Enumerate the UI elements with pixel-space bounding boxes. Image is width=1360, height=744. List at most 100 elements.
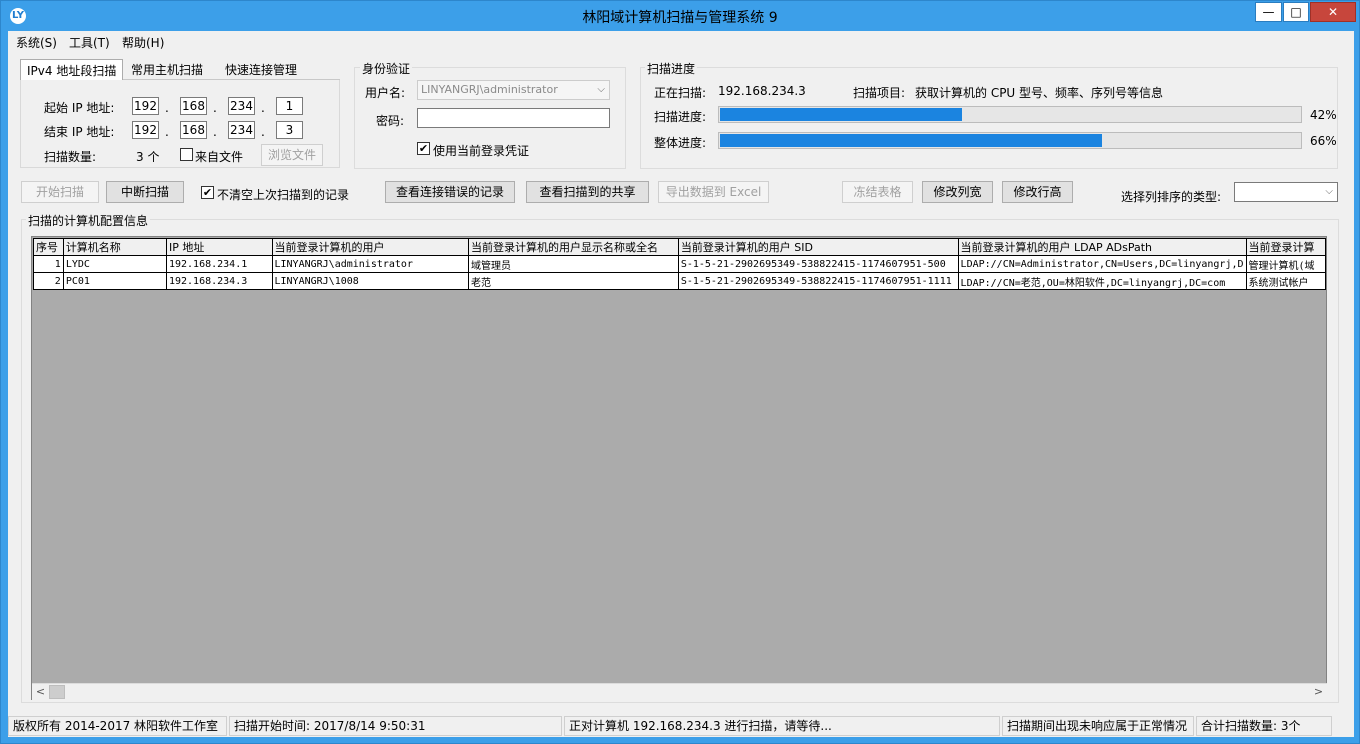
tab-ipv4-scan[interactable]: IPv4 地址段扫描: [20, 59, 124, 80]
end-ip-octet-4[interactable]: 3: [276, 121, 303, 139]
column-header[interactable]: IP 地址: [165, 238, 273, 256]
overall-progress-percent: 66%: [1310, 134, 1337, 148]
maximize-button[interactable]: □: [1283, 2, 1309, 22]
progress-group-title: 扫描进度: [645, 60, 698, 77]
menu-tools[interactable]: 工具(T): [69, 34, 110, 51]
scan-progress-bar: [718, 106, 1302, 123]
table-cell[interactable]: LDAP://CN=Administrator,CN=Users,DC=liny…: [957, 255, 1247, 273]
sort-type-label: 选择列排序的类型:: [1121, 190, 1222, 204]
column-header[interactable]: 序号: [33, 238, 64, 256]
client-area: 系统(S) 工具(T) 帮助(H) IPv4 地址段扫描 常用主机扫描 快速连接…: [8, 31, 1354, 737]
column-header[interactable]: 当前登录计算机的用户显示名称或全名: [468, 238, 679, 256]
column-header[interactable]: 当前登录计算机的用户 LDAP ADsPath: [957, 238, 1247, 256]
column-header[interactable]: 当前登录计算机的用户 SID: [677, 238, 959, 256]
table-cell[interactable]: 192.168.234.3: [165, 272, 273, 290]
freeze-table-button[interactable]: 冻结表格: [842, 181, 913, 203]
column-header[interactable]: 当前登录计算: [1245, 238, 1326, 256]
table-cell[interactable]: LINYANGRJ\administrator: [271, 255, 469, 273]
scroll-left-icon[interactable]: <: [32, 684, 49, 700]
table-cell[interactable]: 管理计算机(域: [1245, 255, 1326, 273]
use-current-credentials-checkbox[interactable]: ✔: [417, 142, 430, 155]
start-ip-octet-2[interactable]: 168: [180, 97, 207, 115]
overall-progress-bar: [718, 132, 1302, 149]
table-cell[interactable]: S-1-5-21-2902695349-538822415-1174607951…: [677, 272, 959, 290]
end-ip-octet-1[interactable]: 192: [132, 121, 159, 139]
end-ip-octet-3[interactable]: 234: [228, 121, 255, 139]
auth-group-title: 身份验证: [360, 60, 413, 77]
start-ip-label: 起始 IP 地址:: [44, 101, 115, 115]
stop-scan-button[interactable]: 中断扫描: [106, 181, 184, 203]
scan-count-value: 3 个: [136, 150, 160, 164]
chevron-down-icon: ⌵: [1325, 186, 1333, 197]
scan-item-label: 扫描项目:: [853, 86, 906, 100]
table-cell[interactable]: S-1-5-21-2902695349-538822415-1174607951…: [677, 255, 959, 273]
view-errors-button[interactable]: 查看连接错误的记录: [385, 181, 515, 203]
password-input[interactable]: [417, 108, 610, 128]
main-window: LY 林阳域计算机扫描与管理系统 9 — □ ✕ 系统(S) 工具(T) 帮助(…: [0, 0, 1360, 744]
scanning-ip: 192.168.234.3: [718, 84, 806, 98]
start-scan-button[interactable]: 开始扫描: [21, 181, 99, 203]
scroll-right-icon[interactable]: >: [1310, 684, 1327, 700]
ip-dot: .: [165, 101, 169, 115]
minimize-button[interactable]: —: [1255, 2, 1282, 22]
menu-system[interactable]: 系统(S): [16, 34, 57, 51]
scan-item-value: 获取计算机的 CPU 型号、频率、序列号等信息: [915, 86, 1164, 100]
tab-quick-connect[interactable]: 快速连接管理: [219, 59, 303, 80]
view-shares-button[interactable]: 查看扫描到的共享: [526, 181, 649, 203]
menu-help[interactable]: 帮助(H): [122, 34, 164, 51]
title-bar[interactable]: LY 林阳域计算机扫描与管理系统 9 — □ ✕: [1, 1, 1359, 31]
username-label: 用户名:: [365, 86, 406, 100]
username-combo[interactable]: LINYANGRJ\administrator ⌵: [417, 80, 610, 100]
table-cell[interactable]: LINYANGRJ\1008: [271, 272, 469, 290]
table-cell[interactable]: LDAP://CN=老范,OU=林阳软件,DC=linyangrj,DC=com: [957, 272, 1247, 290]
start-ip-octet-3[interactable]: 234: [228, 97, 255, 115]
end-ip-label: 结束 IP 地址:: [44, 125, 115, 139]
chevron-down-icon: ⌵: [597, 84, 605, 95]
sort-type-select[interactable]: ⌵: [1234, 182, 1338, 202]
table-cell[interactable]: PC01: [62, 272, 167, 290]
scan-progress-label: 扫描进度:: [654, 110, 707, 124]
horizontal-scrollbar[interactable]: < >: [32, 683, 1327, 700]
scan-progress-percent: 42%: [1310, 108, 1337, 122]
column-header[interactable]: 当前登录计算机的用户: [271, 238, 469, 256]
username-value: LINYANGRJ\administrator: [421, 83, 558, 96]
window-title: 林阳域计算机扫描与管理系统 9: [582, 10, 778, 26]
column-header[interactable]: 计算机名称: [62, 238, 167, 256]
ip-dot: .: [261, 101, 265, 115]
export-excel-button[interactable]: 导出数据到 Excel: [658, 181, 769, 203]
scanning-label: 正在扫描:: [654, 86, 707, 100]
column-width-button[interactable]: 修改列宽: [922, 181, 993, 203]
ip-dot: .: [165, 125, 169, 139]
start-ip-octet-4[interactable]: 1: [276, 97, 303, 115]
results-grid[interactable]: 序号 计算机名称 IP 地址 当前登录计算机的用户 当前登录计算机的用户显示名称…: [31, 236, 1327, 700]
status-hint: 扫描期间出现未响应属于正常情况: [1002, 716, 1194, 736]
table-cell[interactable]: 192.168.234.1: [165, 255, 273, 273]
row-height-button[interactable]: 修改行高: [1002, 181, 1073, 203]
table-cell[interactable]: 域管理员: [468, 255, 679, 273]
results-group-title: 扫描的计算机配置信息: [26, 212, 151, 229]
ip-dot: .: [261, 125, 265, 139]
menu-bar: 系统(S) 工具(T) 帮助(H): [8, 31, 1354, 51]
start-ip-octet-1[interactable]: 192: [132, 97, 159, 115]
scrollbar-thumb[interactable]: [49, 685, 65, 699]
close-button[interactable]: ✕: [1310, 2, 1356, 22]
ip-dot: .: [213, 101, 217, 115]
from-file-label: 来自文件: [195, 150, 244, 164]
password-label: 密码:: [376, 114, 405, 128]
tab-common-hosts[interactable]: 常用主机扫描: [125, 59, 209, 80]
overall-progress-label: 整体进度:: [654, 136, 707, 150]
table-row[interactable]: 2 PC01 192.168.234.3 LINYANGRJ\1008 老范 S…: [33, 272, 1326, 290]
table-cell[interactable]: 1: [33, 255, 64, 273]
table-cell[interactable]: 老范: [468, 272, 679, 290]
table-cell[interactable]: 系统测试帐户: [1245, 272, 1326, 290]
from-file-checkbox[interactable]: [180, 148, 193, 161]
table-cell[interactable]: LYDC: [62, 255, 167, 273]
table-row[interactable]: 1 LYDC 192.168.234.1 LINYANGRJ\administr…: [33, 255, 1326, 273]
keep-records-checkbox[interactable]: ✔: [201, 186, 214, 199]
table-cell[interactable]: 2: [33, 272, 64, 290]
use-current-credentials-label: 使用当前登录凭证: [433, 144, 530, 158]
scan-count-label: 扫描数量:: [44, 150, 97, 164]
end-ip-octet-2[interactable]: 168: [180, 121, 207, 139]
browse-file-button[interactable]: 浏览文件: [261, 144, 323, 166]
scan-progress-fill: [720, 108, 963, 121]
